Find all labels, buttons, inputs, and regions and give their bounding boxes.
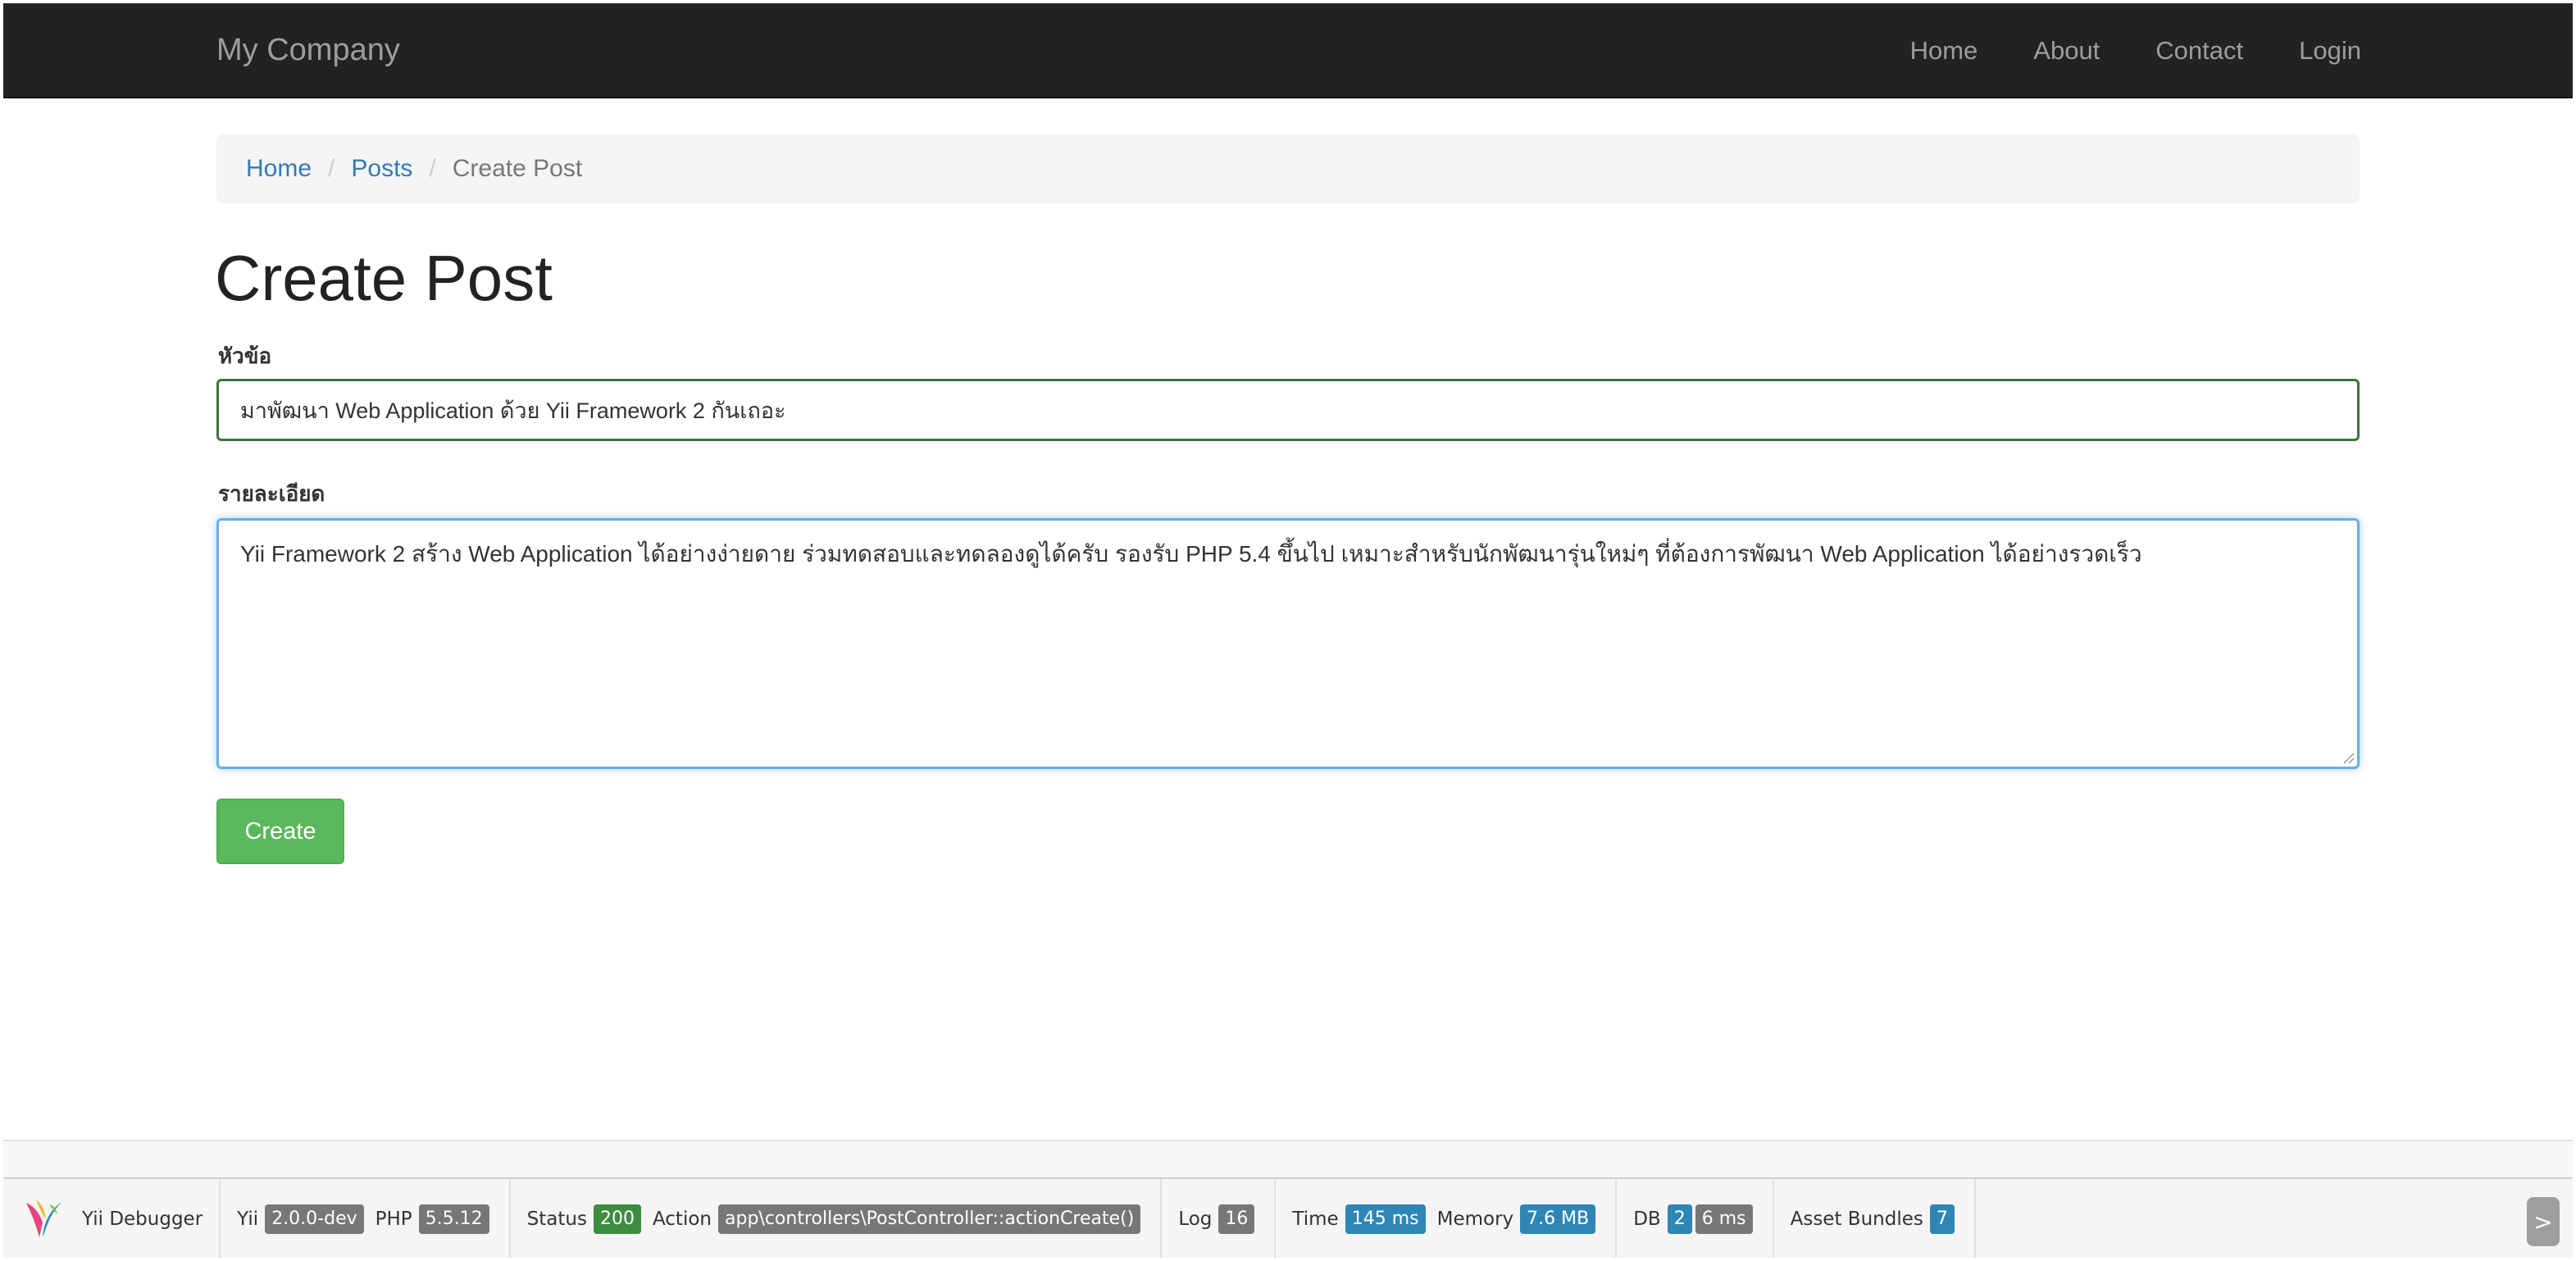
resize-grip-icon[interactable] xyxy=(2342,751,2355,764)
breadcrumb-current: Create Post xyxy=(452,155,583,182)
nav-about[interactable]: About xyxy=(2033,36,2100,66)
assets-count-badge: 7 xyxy=(1929,1204,1955,1234)
db-label: DB xyxy=(1633,1209,1661,1230)
debug-toolbar: Yii Debugger Yii 2.0.0-dev PHP 5.5.12 St… xyxy=(3,1177,2573,1258)
nav-login[interactable]: Login xyxy=(2299,36,2361,66)
debugger-name: Yii Debugger xyxy=(82,1209,203,1230)
memory-badge: 7.6 MB xyxy=(1520,1204,1596,1234)
body-label: รายละเอียด xyxy=(218,481,325,506)
time-badge: 145 ms xyxy=(1345,1204,1426,1234)
nav-menu: Home About Contact Login xyxy=(1855,36,2361,66)
body-textarea[interactable]: Yii Framework 2 สร้าง Web Application ได… xyxy=(216,518,2360,769)
db-count-badge: 2 xyxy=(1667,1204,1692,1234)
breadcrumb-posts[interactable]: Posts xyxy=(351,155,412,183)
action-label: Action xyxy=(652,1209,712,1230)
yii-logo-icon xyxy=(26,1200,62,1237)
yii-version-badge: 2.0.0-dev xyxy=(265,1204,364,1234)
db-time-badge: 6 ms xyxy=(1695,1204,1753,1234)
breadcrumb-separator: / xyxy=(429,155,436,182)
debug-log-block[interactable]: Log 16 xyxy=(1162,1179,1277,1258)
log-label: Log xyxy=(1178,1209,1213,1230)
debug-profiling-block[interactable]: Time 145 ms Memory 7.6 MB xyxy=(1276,1179,1618,1258)
breadcrumb-separator: / xyxy=(328,155,335,182)
create-button[interactable]: Create xyxy=(216,799,344,864)
debug-db-block[interactable]: DB 2 6 ms xyxy=(1617,1179,1774,1258)
memory-label: Memory xyxy=(1436,1209,1514,1230)
brand-link[interactable]: My Company xyxy=(216,33,400,68)
title-input[interactable] xyxy=(216,379,2360,441)
assets-label: Asset Bundles xyxy=(1790,1209,1923,1230)
action-badge: app\controllers\PostController::actionCr… xyxy=(718,1204,1141,1234)
breadcrumb: Home / Posts / Create Post xyxy=(216,134,2360,203)
debug-logo-block[interactable]: Yii Debugger xyxy=(3,1179,221,1258)
debug-request-block[interactable]: Status 200 Action app\controllers\PostCo… xyxy=(511,1179,1163,1258)
time-label: Time xyxy=(1292,1209,1339,1230)
page-title: Create Post xyxy=(215,242,553,314)
status-label: Status xyxy=(526,1209,587,1230)
browser-viewport: My Company Home About Contact Login Home… xyxy=(3,3,2573,1258)
breadcrumb-home[interactable]: Home xyxy=(246,155,312,183)
debug-assets-block[interactable]: Asset Bundles 7 xyxy=(1774,1179,1976,1258)
status-badge: 200 xyxy=(593,1204,641,1234)
php-version-badge: 5.5.12 xyxy=(418,1204,489,1234)
yii-version-label: Yii xyxy=(237,1209,259,1230)
debug-toolbar-edge xyxy=(3,1140,2573,1177)
debug-toggle-button[interactable]: > xyxy=(2527,1197,2560,1246)
debug-version-block[interactable]: Yii 2.0.0-dev PHP 5.5.12 xyxy=(221,1179,511,1258)
log-count-badge: 16 xyxy=(1218,1204,1255,1234)
top-navbar: My Company Home About Contact Login xyxy=(3,3,2573,98)
php-version-label: PHP xyxy=(375,1209,412,1230)
nav-home[interactable]: Home xyxy=(1910,36,1978,66)
nav-contact[interactable]: Contact xyxy=(2155,36,2243,66)
title-label: หัวข้อ xyxy=(218,344,272,368)
